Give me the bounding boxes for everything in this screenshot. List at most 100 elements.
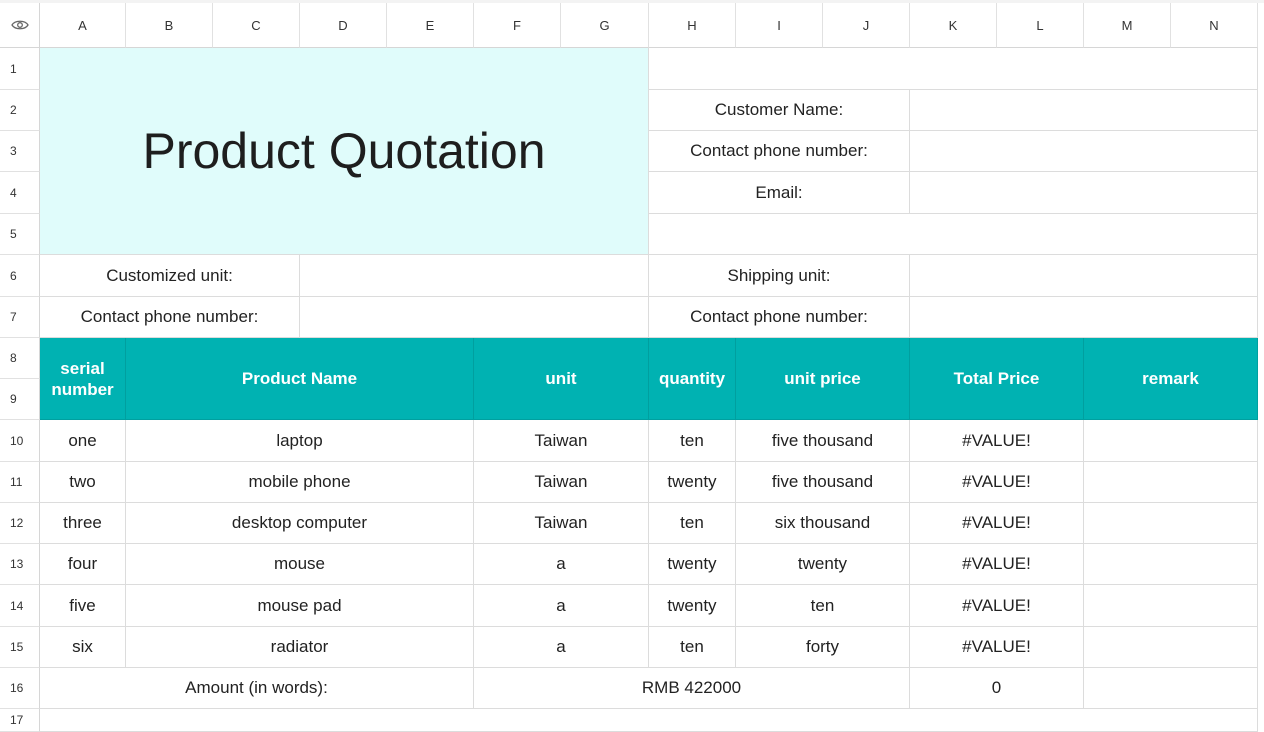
column-header-i[interactable]: I	[736, 3, 823, 48]
column-header-c[interactable]: C	[213, 3, 300, 48]
row-header-3[interactable]: 3	[0, 131, 40, 172]
header-serial-number[interactable]: serial number	[40, 338, 126, 420]
item-serial[interactable]: five	[40, 585, 126, 627]
customer-email-label[interactable]: Email:	[649, 172, 910, 214]
header-remark[interactable]: remark	[1084, 338, 1258, 420]
customer-name-label[interactable]: Customer Name:	[649, 90, 910, 131]
item-total-price[interactable]: #VALUE!	[910, 627, 1084, 668]
header-unit-price[interactable]: unit price	[736, 338, 910, 420]
total-sum-value[interactable]: 0	[910, 668, 1084, 709]
row-header-11[interactable]: 11	[0, 462, 40, 503]
column-header-d[interactable]: D	[300, 3, 387, 48]
row-header-12[interactable]: 12	[0, 503, 40, 544]
amount-in-words-label[interactable]: Amount (in words):	[40, 668, 474, 709]
item-total-price[interactable]: #VALUE!	[910, 544, 1084, 585]
item-quantity[interactable]: ten	[649, 503, 736, 544]
title-cell[interactable]: Product Quotation	[40, 48, 649, 255]
column-header-b[interactable]: B	[126, 3, 213, 48]
item-serial[interactable]: six	[40, 627, 126, 668]
item-serial[interactable]: one	[40, 420, 126, 462]
column-header-g[interactable]: G	[561, 3, 649, 48]
shipping-unit-label[interactable]: Shipping unit:	[649, 255, 910, 297]
row-header-15[interactable]: 15	[0, 627, 40, 668]
customized-phone-value[interactable]	[300, 297, 649, 338]
header-quantity[interactable]: quantity	[649, 338, 736, 420]
item-serial[interactable]: two	[40, 462, 126, 503]
customized-phone-label[interactable]: Contact phone number:	[40, 297, 300, 338]
row-header-8[interactable]: 8	[0, 338, 40, 379]
item-total-price[interactable]: #VALUE!	[910, 585, 1084, 627]
item-serial[interactable]: four	[40, 544, 126, 585]
customized-unit-value[interactable]	[300, 255, 649, 297]
item-serial[interactable]: three	[40, 503, 126, 544]
item-remark[interactable]	[1084, 462, 1258, 503]
item-remark[interactable]	[1084, 627, 1258, 668]
customer-phone-value[interactable]	[910, 131, 1258, 172]
item-unit[interactable]: Taiwan	[474, 503, 649, 544]
item-remark[interactable]	[1084, 503, 1258, 544]
item-product-name[interactable]: laptop	[126, 420, 474, 462]
row-header-4[interactable]: 4	[0, 172, 40, 214]
column-header-n[interactable]: N	[1171, 3, 1258, 48]
shipping-unit-value[interactable]	[910, 255, 1258, 297]
item-product-name[interactable]: mouse pad	[126, 585, 474, 627]
item-unit-price[interactable]: forty	[736, 627, 910, 668]
row-header-7[interactable]: 7	[0, 297, 40, 338]
column-header-k[interactable]: K	[910, 3, 997, 48]
row-header-1[interactable]: 1	[0, 48, 40, 90]
shipping-phone-label[interactable]: Contact phone number:	[649, 297, 910, 338]
row-17-empty[interactable]	[40, 709, 1258, 732]
column-header-l[interactable]: L	[997, 3, 1084, 48]
header-unit[interactable]: unit	[474, 338, 649, 420]
item-unit[interactable]: a	[474, 544, 649, 585]
row-header-14[interactable]: 14	[0, 585, 40, 627]
select-all-corner[interactable]	[0, 3, 40, 48]
customer-phone-label[interactable]: Contact phone number:	[649, 131, 910, 172]
customer-name-value[interactable]	[910, 90, 1258, 131]
summary-remark[interactable]	[1084, 668, 1258, 709]
item-unit-price[interactable]: six thousand	[736, 503, 910, 544]
item-remark[interactable]	[1084, 585, 1258, 627]
item-unit-price[interactable]: five thousand	[736, 462, 910, 503]
row-header-6[interactable]: 6	[0, 255, 40, 297]
customized-unit-label[interactable]: Customized unit:	[40, 255, 300, 297]
item-remark[interactable]	[1084, 544, 1258, 585]
item-unit-price[interactable]: five thousand	[736, 420, 910, 462]
header-total-price[interactable]: Total Price	[910, 338, 1084, 420]
item-unit[interactable]: Taiwan	[474, 462, 649, 503]
row-header-5[interactable]: 5	[0, 214, 40, 255]
item-product-name[interactable]: desktop computer	[126, 503, 474, 544]
row-header-16[interactable]: 16	[0, 668, 40, 709]
item-quantity[interactable]: twenty	[649, 462, 736, 503]
item-unit[interactable]: a	[474, 585, 649, 627]
cell-h5-merged[interactable]	[649, 214, 1258, 255]
item-unit[interactable]: a	[474, 627, 649, 668]
item-product-name[interactable]: radiator	[126, 627, 474, 668]
shipping-phone-value[interactable]	[910, 297, 1258, 338]
amount-in-words-value[interactable]: RMB 422000	[474, 668, 910, 709]
item-product-name[interactable]: mouse	[126, 544, 474, 585]
item-quantity[interactable]: twenty	[649, 544, 736, 585]
item-unit-price[interactable]: twenty	[736, 544, 910, 585]
column-header-j[interactable]: J	[823, 3, 910, 48]
column-header-h[interactable]: H	[649, 3, 736, 48]
item-total-price[interactable]: #VALUE!	[910, 462, 1084, 503]
item-quantity[interactable]: ten	[649, 420, 736, 462]
row-header-17[interactable]: 17	[0, 709, 40, 732]
row-header-13[interactable]: 13	[0, 544, 40, 585]
column-header-m[interactable]: M	[1084, 3, 1171, 48]
row-header-10[interactable]: 10	[0, 420, 40, 462]
column-header-a[interactable]: A	[40, 3, 126, 48]
customer-email-value[interactable]	[910, 172, 1258, 214]
header-product-name[interactable]: Product Name	[126, 338, 474, 420]
row-header-9[interactable]: 9	[0, 379, 40, 420]
item-quantity[interactable]: ten	[649, 627, 736, 668]
item-product-name[interactable]: mobile phone	[126, 462, 474, 503]
item-remark[interactable]	[1084, 420, 1258, 462]
item-unit-price[interactable]: ten	[736, 585, 910, 627]
item-total-price[interactable]: #VALUE!	[910, 420, 1084, 462]
column-header-f[interactable]: F	[474, 3, 561, 48]
cell-h1-merged[interactable]	[649, 48, 1258, 90]
column-header-e[interactable]: E	[387, 3, 474, 48]
item-total-price[interactable]: #VALUE!	[910, 503, 1084, 544]
